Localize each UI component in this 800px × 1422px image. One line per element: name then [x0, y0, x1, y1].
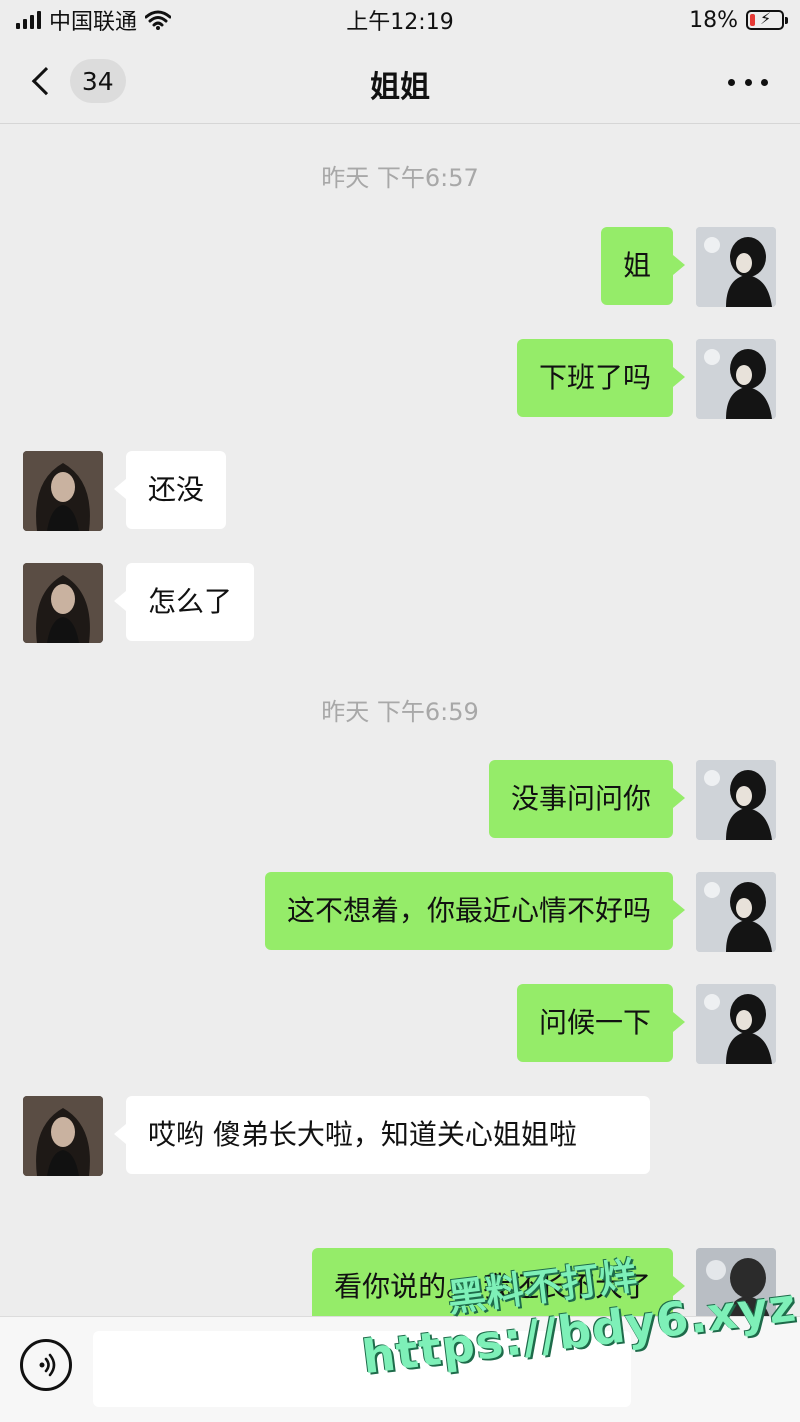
message-input[interactable]: [93, 1331, 631, 1407]
message-bubble-outgoing[interactable]: 姐: [600, 227, 686, 305]
message-bubble-outgoing[interactable]: 问候一下: [516, 984, 686, 1062]
ellipsis-icon: [728, 78, 735, 86]
my-avatar[interactable]: [696, 760, 776, 840]
chat-timestamp: 昨天 下午6:57: [321, 164, 479, 192]
my-avatar[interactable]: [696, 339, 776, 419]
contact-avatar[interactable]: [23, 1096, 103, 1176]
message-bubble-outgoing[interactable]: 没事问问你: [488, 760, 686, 838]
message-bubble-incoming[interactable]: 哎哟 傻弟长大啦，知道关心姐姐啦: [114, 1096, 650, 1174]
contact-avatar[interactable]: [23, 563, 103, 643]
message-bubble-incoming[interactable]: 怎么了: [113, 563, 255, 641]
chat-timestamp: 昨天 下午6:59: [321, 698, 479, 726]
chat-header: 34 姐姐: [0, 40, 800, 124]
clock: 上午12:19: [346, 10, 454, 35]
message-bubble-incoming[interactable]: 还没: [113, 451, 227, 529]
voice-button[interactable]: [20, 1339, 72, 1391]
contact-avatar[interactable]: [23, 451, 103, 531]
message-bubble-outgoing[interactable]: 这不想着，你最近心情不好吗: [264, 872, 686, 950]
message-bubble-outgoing[interactable]: 看你说的。 我还长不大了: [312, 1248, 685, 1326]
my-avatar[interactable]: [696, 872, 776, 952]
my-avatar[interactable]: [696, 984, 776, 1064]
status-bar: 中国联通 上午12:19 18% ⚡: [0, 0, 800, 40]
battery-icon: ⚡: [746, 9, 788, 30]
more-button[interactable]: [728, 64, 768, 100]
my-avatar[interactable]: [696, 227, 776, 307]
message-bubble-outgoing[interactable]: 下班了吗: [516, 339, 686, 417]
battery-fill: [750, 14, 756, 26]
input-bar: [0, 1316, 800, 1422]
unread-count-badge: 34: [69, 59, 126, 103]
charging-bolt-icon: ⚡: [760, 9, 772, 28]
chevron-left-icon: [31, 67, 60, 95]
voice-icon: [39, 1353, 56, 1377]
back-button[interactable]: 34: [26, 58, 126, 104]
